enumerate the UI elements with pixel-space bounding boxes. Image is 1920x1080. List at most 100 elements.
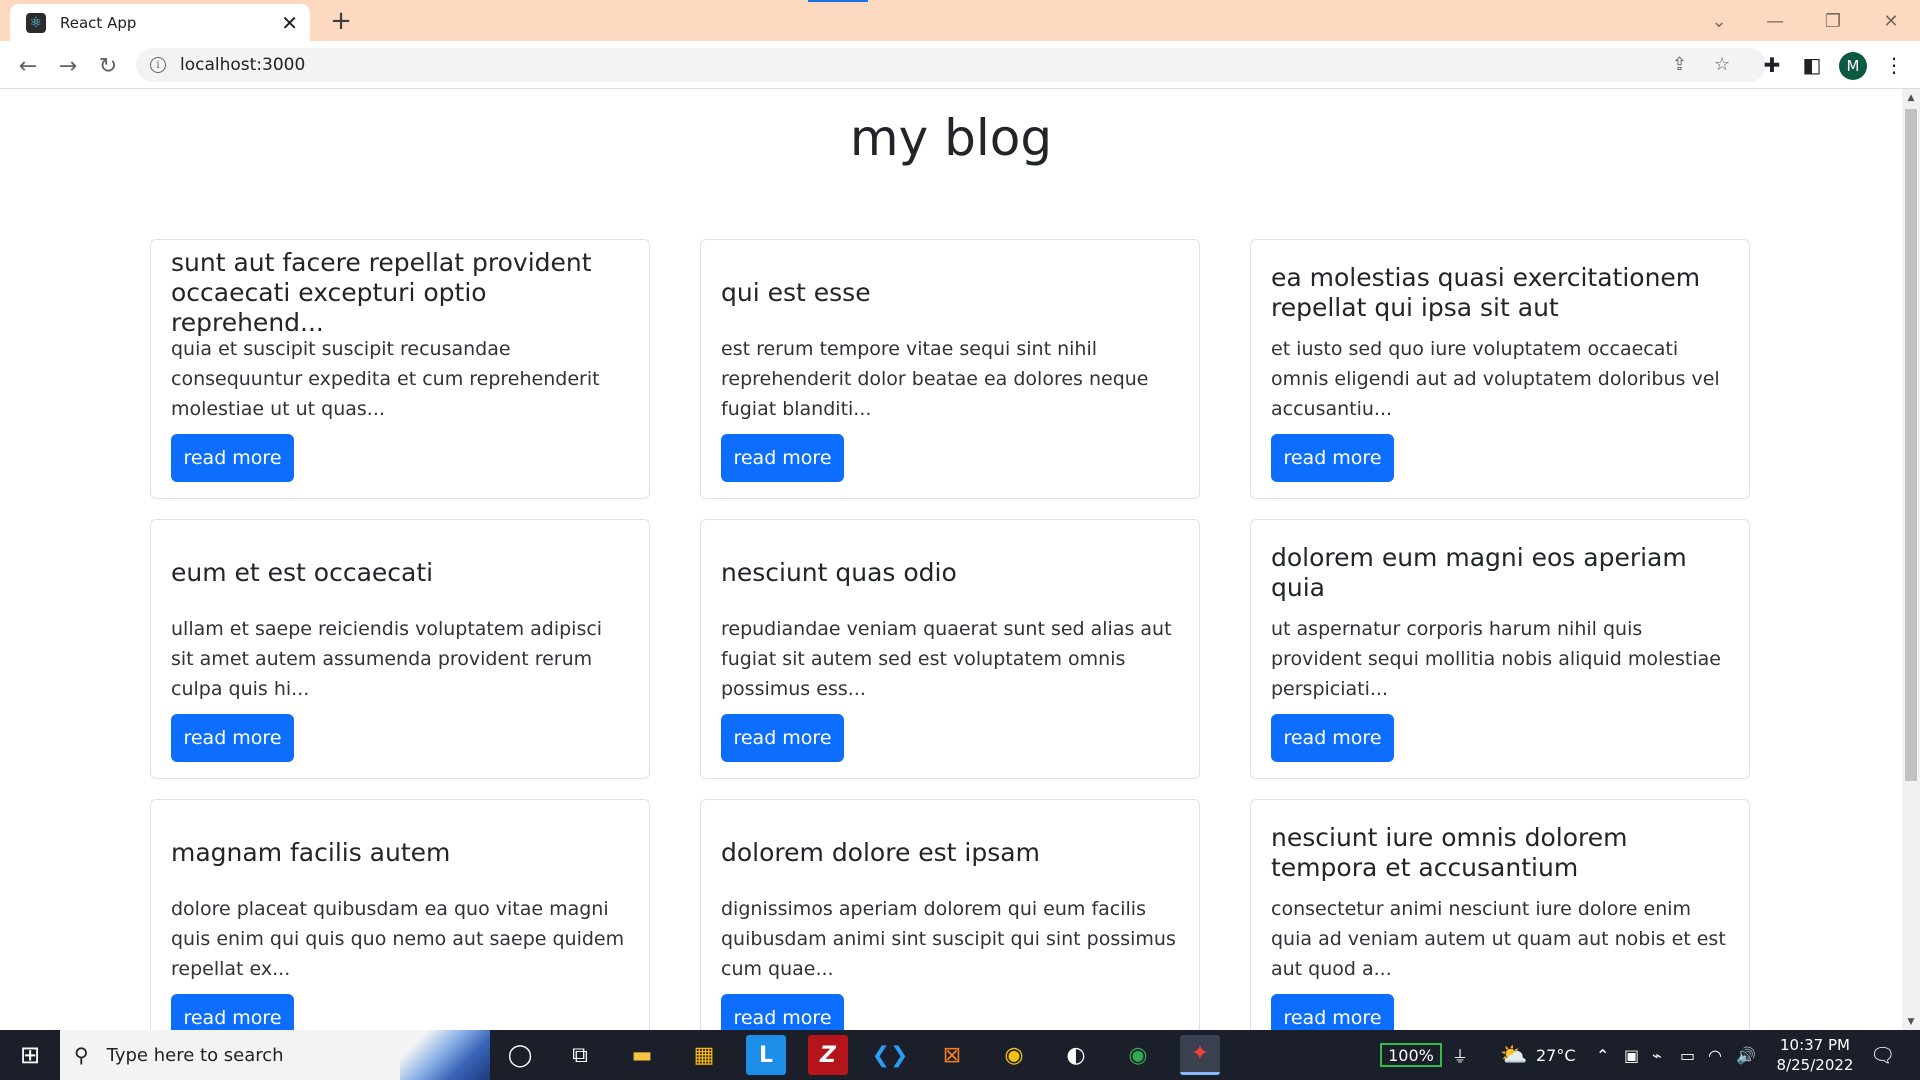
read-more-button[interactable]: read more <box>1271 994 1394 1030</box>
post-card-header: magnam facilis autem <box>171 820 629 886</box>
clock-date: 8/25/2022 <box>1776 1056 1854 1074</box>
close-tab-icon[interactable]: ✕ <box>281 11 298 35</box>
read-more-button[interactable]: read more <box>721 434 844 482</box>
post-excerpt: ullam et saepe reiciendis voluptatem adi… <box>171 618 603 700</box>
post-card: eum et est occaecati ullam et saepe reic… <box>150 519 650 779</box>
post-excerpt: et iusto sed quo iure voluptatem occaeca… <box>1271 338 1720 420</box>
post-card: ea molestias quasi exercitationem repell… <box>1250 239 1750 499</box>
post-title: eum et est occaecati <box>171 558 434 587</box>
post-card: sunt aut facere repellat provident occae… <box>150 239 650 499</box>
close-window-button[interactable]: ✕ <box>1868 6 1914 36</box>
temperature-text[interactable]: 27°C <box>1536 1030 1576 1080</box>
minimize-button[interactable]: — <box>1752 6 1798 36</box>
notification-center-icon[interactable]: 🗨 <box>1870 1030 1895 1080</box>
post-excerpt: consectetur animi nesciunt iure dolore e… <box>1271 898 1726 980</box>
taskbar-search-box[interactable]: ⚲ Type here to search <box>60 1030 490 1080</box>
file-explorer-icon[interactable]: ▬ <box>622 1035 662 1075</box>
restore-button[interactable]: ❐ <box>1810 6 1856 36</box>
post-card-header: ea molestias quasi exercitationem repell… <box>1271 260 1729 326</box>
profile-avatar[interactable]: M <box>1839 52 1867 80</box>
new-tab-button[interactable]: + <box>326 6 356 36</box>
wifi-icon[interactable]: ◠ <box>1708 1030 1722 1080</box>
search-highlight-art <box>400 1030 490 1080</box>
github-desktop-icon[interactable]: ◐ <box>1056 1035 1096 1075</box>
windows-start-icon[interactable]: ⊞ <box>0 1030 60 1080</box>
laragon-icon[interactable]: L <box>746 1035 786 1075</box>
post-card-header: qui est esse <box>721 260 1179 326</box>
reload-icon[interactable]: ↻ <box>92 50 124 82</box>
search-icon: ⚲ <box>74 1043 89 1067</box>
battery-icon[interactable]: ▭ <box>1680 1030 1695 1080</box>
browser-tab[interactable]: ⚛ React App ✕ <box>10 4 310 41</box>
chrome-icon[interactable]: ◉ <box>994 1035 1034 1075</box>
meet-now-icon[interactable]: ▣ <box>1624 1030 1639 1080</box>
scrollbar-thumb[interactable] <box>1905 109 1917 781</box>
post-card: nesciunt iure omnis dolorem tempora et a… <box>1250 799 1750 1030</box>
post-excerpt: dolore placeat quibusdam ea quo vitae ma… <box>171 898 625 980</box>
post-card: dolorem dolore est ipsam dignissimos ape… <box>700 799 1200 1030</box>
post-card: qui est esse est rerum tempore vitae seq… <box>700 239 1200 499</box>
extensions-puzzle-icon[interactable]: ✚ <box>1758 51 1786 79</box>
microsoft-store-icon[interactable]: ▦ <box>684 1035 724 1075</box>
side-panel-icon[interactable]: ◧ <box>1798 51 1826 79</box>
clock-time: 10:37 PM <box>1780 1036 1850 1054</box>
post-title: qui est esse <box>721 278 871 307</box>
post-title: dolorem dolore est ipsam <box>721 838 1040 867</box>
filezilla-icon[interactable]: Z <box>808 1035 848 1075</box>
chrome-profile-icon[interactable]: ◉ <box>1118 1035 1158 1075</box>
read-more-button[interactable]: read more <box>721 994 844 1030</box>
bookmark-star-icon[interactable]: ☆ <box>1714 54 1730 75</box>
read-more-button[interactable]: read more <box>721 714 844 762</box>
clock[interactable]: 10:37 PM 8/25/2022 <box>1770 1035 1860 1075</box>
task-view-icon[interactable]: ⧉ <box>560 1035 600 1075</box>
post-card-header: eum et est occaecati <box>171 540 629 606</box>
active-app-icon[interactable]: ✦ <box>1180 1035 1220 1075</box>
chevron-up-icon[interactable]: ⌃ <box>1596 1030 1609 1080</box>
read-more-button[interactable]: read more <box>171 434 294 482</box>
read-more-button[interactable]: read more <box>171 994 294 1030</box>
post-excerpt: repudiandae veniam quaerat sunt sed alia… <box>721 618 1172 700</box>
page-viewport: my blog sunt aut facere repellat provide… <box>0 89 1902 1030</box>
post-title: ea molestias quasi exercitationem repell… <box>1271 263 1701 322</box>
post-card-header: dolorem eum magni eos aperiam quia <box>1271 540 1729 606</box>
browser-toolbar: ← → ↻ i localhost:3000 ⇪ ☆ ✚ ◧ M ⋮ <box>0 41 1920 89</box>
post-card: dolorem eum magni eos aperiam quia ut as… <box>1250 519 1750 779</box>
scroll-down-arrow-icon[interactable]: ▼ <box>1902 1013 1920 1030</box>
vscode-icon[interactable]: ❮❯ <box>870 1035 910 1075</box>
cortana-icon[interactable]: ◯ <box>500 1035 540 1075</box>
back-arrow-icon[interactable]: ← <box>12 50 44 82</box>
post-title: nesciunt iure omnis dolorem tempora et a… <box>1271 823 1628 882</box>
read-more-button[interactable]: read more <box>1271 714 1394 762</box>
browser-menu-icon[interactable]: ⋮ <box>1880 51 1908 79</box>
windows-taskbar: ⊞ ⚲ Type here to search ◯ ⧉ ▬ ▦ L Z ❮❯ ⊠… <box>0 1030 1920 1080</box>
address-bar[interactable]: i localhost:3000 ⇪ ☆ <box>136 48 1766 82</box>
scroll-up-arrow-icon[interactable]: ▲ <box>1902 89 1920 106</box>
post-title: sunt aut facere repellat provident occae… <box>171 248 592 337</box>
power-plug-icon: ⏚ <box>1452 1047 1469 1066</box>
post-card-header: dolorem dolore est ipsam <box>721 820 1179 886</box>
speaker-icon[interactable]: 🔊 <box>1736 1030 1756 1080</box>
browser-tab-strip: ⚛ React App ✕ + ⌄ — ❐ ✕ <box>0 0 1920 41</box>
weather-cloud-icon[interactable]: ⛅ <box>1500 1030 1527 1080</box>
react-favicon-icon: ⚛ <box>26 12 46 33</box>
forward-arrow-icon[interactable]: → <box>52 50 84 82</box>
post-excerpt: ut aspernatur corporis harum nihil quis … <box>1271 618 1721 700</box>
post-excerpt: dignissimos aperiam dolorem qui eum faci… <box>721 898 1176 980</box>
post-title: dolorem eum magni eos aperiam quia <box>1271 543 1687 602</box>
share-icon[interactable]: ⇪ <box>1672 54 1687 75</box>
tab-search-icon[interactable]: ⌄ <box>1696 6 1742 36</box>
battery-indicator[interactable]: 100% <box>1380 1043 1442 1067</box>
posts-grid: sunt aut facere repellat provident occae… <box>150 239 1750 1030</box>
taskbar-search-placeholder: Type here to search <box>106 1044 284 1066</box>
post-card-header: nesciunt quas odio <box>721 540 1179 606</box>
vertical-scrollbar[interactable]: ▲ ▼ <box>1902 89 1920 1030</box>
post-excerpt: quia et suscipit suscipit recusandae con… <box>171 338 600 420</box>
post-card: magnam facilis autem dolore placeat quib… <box>150 799 650 1030</box>
network-icon[interactable]: ⌁ <box>1652 1030 1662 1080</box>
post-card-header: nesciunt iure omnis dolorem tempora et a… <box>1271 820 1729 886</box>
read-more-button[interactable]: read more <box>171 714 294 762</box>
post-title: magnam facilis autem <box>171 838 451 867</box>
site-info-icon[interactable]: i <box>150 57 166 73</box>
xampp-icon[interactable]: ⊠ <box>932 1035 972 1075</box>
read-more-button[interactable]: read more <box>1271 434 1394 482</box>
